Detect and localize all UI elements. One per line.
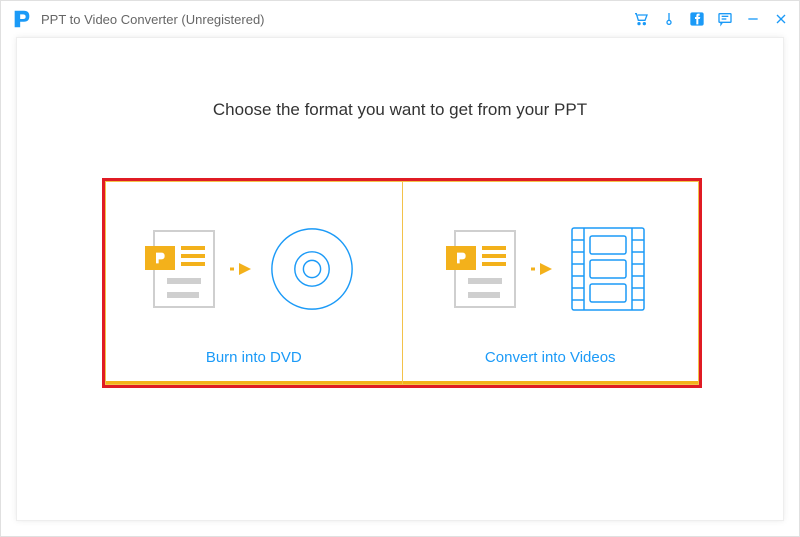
feedback-icon[interactable] — [717, 11, 733, 27]
app-logo-icon — [11, 8, 33, 30]
cart-icon[interactable] — [633, 11, 649, 27]
main-panel: Choose the format you want to get from y… — [16, 37, 784, 521]
arrow-icon — [229, 261, 255, 277]
format-cards-highlight: Burn into DVD — [102, 178, 702, 388]
card-underline — [403, 381, 699, 384]
titlebar-actions — [633, 11, 789, 27]
facebook-icon[interactable] — [689, 11, 705, 27]
ppt-document-icon — [153, 230, 215, 308]
minimize-button[interactable] — [745, 11, 761, 27]
card-underline — [106, 381, 402, 384]
instruction-heading: Choose the format you want to get from y… — [17, 100, 783, 120]
convert-video-label: Convert into Videos — [403, 335, 699, 384]
video-film-icon — [570, 226, 646, 312]
convert-video-visual — [403, 182, 699, 335]
close-button[interactable] — [773, 11, 789, 27]
burn-dvd-label: Burn into DVD — [106, 335, 402, 384]
app-title: PPT to Video Converter (Unregistered) — [41, 12, 265, 27]
burn-dvd-card[interactable]: Burn into DVD — [105, 181, 402, 385]
app-window: PPT to Video Converter (Unregistered) — [0, 0, 800, 537]
dvd-disc-icon — [269, 226, 355, 312]
ppt-document-icon — [454, 230, 516, 308]
thermometer-icon[interactable] — [661, 11, 677, 27]
convert-video-card[interactable]: Convert into Videos — [402, 181, 700, 385]
arrow-icon — [530, 261, 556, 277]
titlebar: PPT to Video Converter (Unregistered) — [1, 1, 799, 37]
burn-dvd-visual — [106, 182, 402, 335]
